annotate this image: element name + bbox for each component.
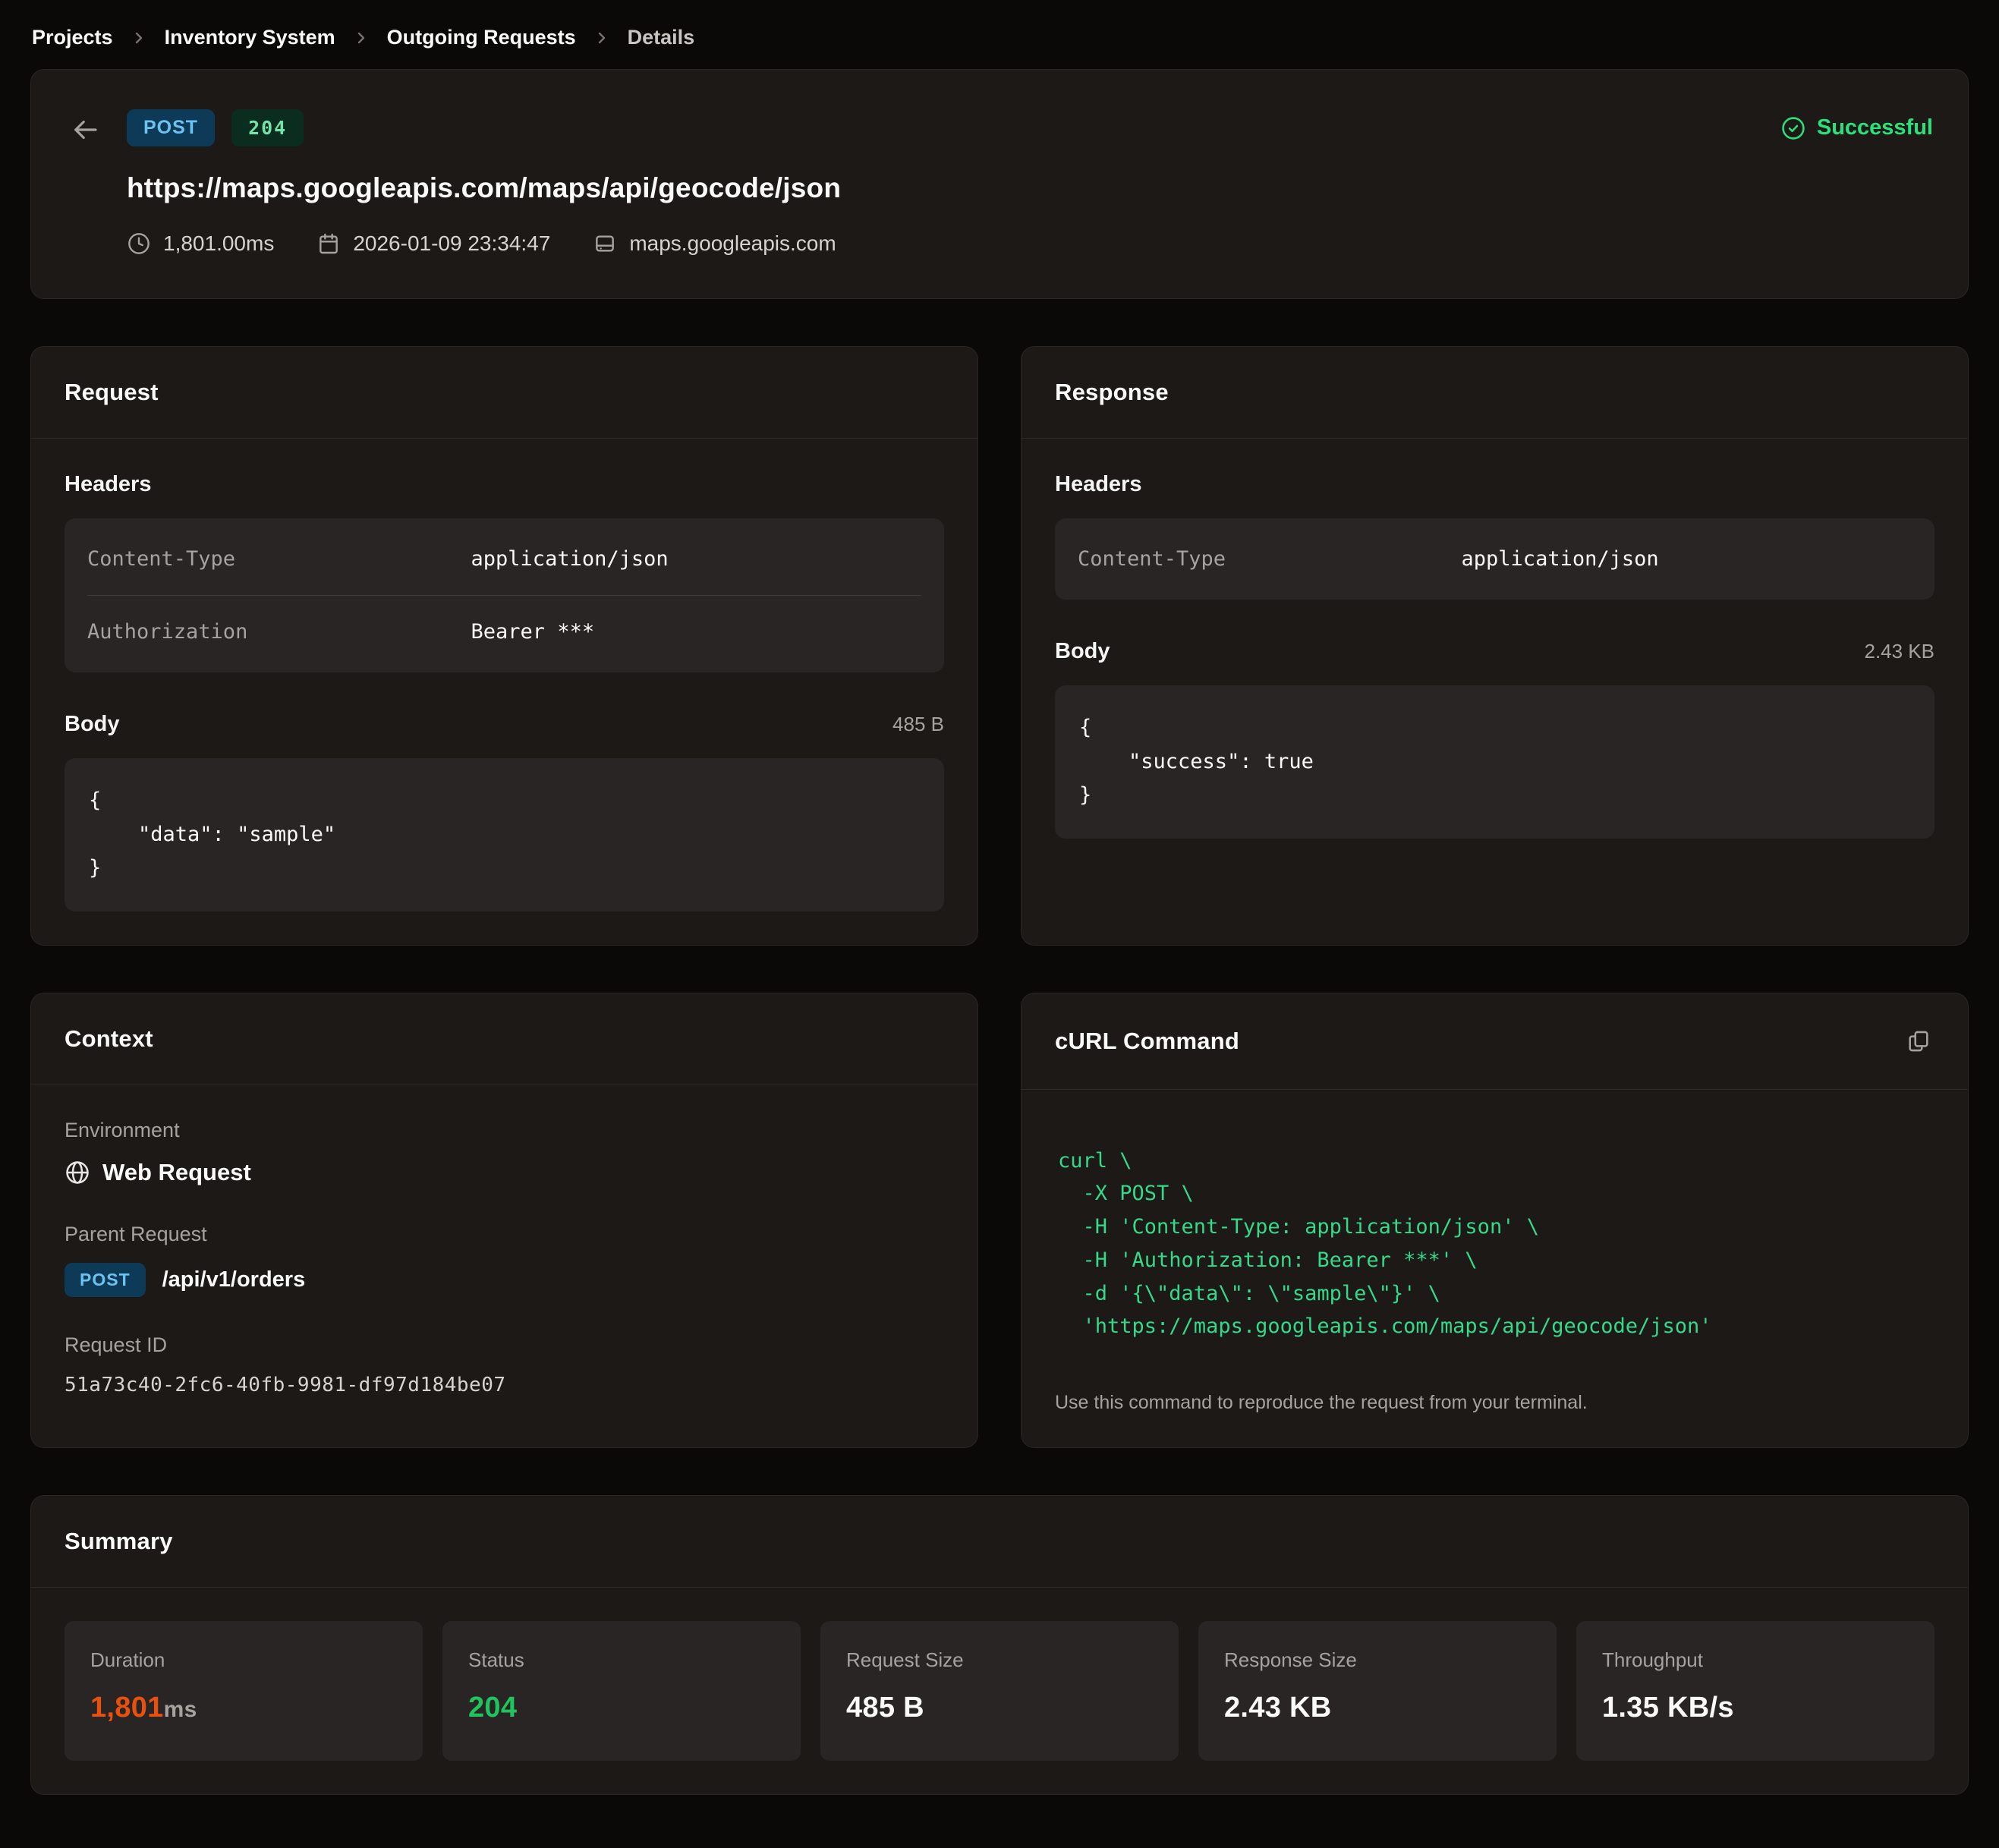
request-body-label: Body — [65, 712, 120, 737]
parent-method-badge: POST — [65, 1263, 146, 1297]
response-body-size: 2.43 KB — [1864, 640, 1934, 663]
breadcrumb: Projects Inventory System Outgoing Reque… — [30, 18, 1969, 69]
stat-tile-status: Status 204 — [442, 1621, 801, 1761]
stat-tile-response-size: Response Size 2.43 KB — [1198, 1621, 1557, 1761]
server-icon — [593, 231, 617, 256]
copy-icon — [1906, 1028, 1931, 1054]
header-value: application/json — [1462, 547, 1912, 571]
status-indicator: Successful — [1780, 115, 1933, 141]
header-value: application/json — [471, 547, 921, 571]
request-headers-table: Content-Type application/json Authorizat… — [65, 518, 944, 672]
environment-label: Environment — [65, 1119, 944, 1142]
request-body-size: 485 B — [892, 713, 944, 736]
header-value: Bearer *** — [471, 620, 921, 644]
clock-icon — [127, 231, 151, 256]
request-card: Request Headers Content-Type application… — [30, 346, 978, 946]
request-meta-row: 1,801.00ms 2026-01-09 23:34:47 maps.goog… — [127, 231, 1933, 256]
header-name: Content-Type — [1078, 547, 1462, 571]
request-details-page: Projects Inventory System Outgoing Reque… — [0, 0, 1999, 1848]
breadcrumb-item-details: Details — [628, 26, 695, 49]
curl-hint-text: Use this command to reproduce the reques… — [1055, 1392, 1934, 1414]
curl-card-title: cURL Command — [1055, 1028, 1239, 1055]
chevron-right-icon — [352, 29, 370, 47]
stat-label: Throughput — [1602, 1648, 1909, 1672]
request-url: https://maps.googleapis.com/maps/api/geo… — [127, 172, 1933, 204]
stat-label: Duration — [90, 1648, 397, 1672]
globe-icon — [65, 1160, 90, 1185]
request-card-title: Request — [65, 379, 159, 406]
response-card: Response Headers Content-Type applicatio… — [1021, 346, 1969, 946]
request-headers-label: Headers — [65, 472, 151, 497]
header-row: Content-Type application/json — [1078, 523, 1912, 595]
request-body-code: { "data": "sample" } — [65, 758, 944, 911]
stat-value-throughput: 1.35 KB/s — [1602, 1692, 1909, 1724]
stat-tile-duration: Duration 1,801ms — [65, 1621, 423, 1761]
chevron-right-icon — [593, 29, 611, 47]
timestamp-value: 2026-01-09 23:34:47 — [353, 231, 550, 256]
request-id-label: Request ID — [65, 1333, 944, 1357]
stat-tile-throughput: Throughput 1.35 KB/s — [1576, 1621, 1934, 1761]
stat-value-request-size: 485 B — [846, 1692, 1153, 1724]
parent-request-path: /api/v1/orders — [162, 1267, 306, 1292]
timestamp-meta: 2026-01-09 23:34:47 — [316, 231, 550, 256]
header-row: Authorization Bearer *** — [87, 595, 921, 668]
status-indicator-label: Successful — [1817, 115, 1933, 140]
calendar-icon — [316, 231, 341, 256]
chevron-right-icon — [130, 29, 148, 47]
response-card-title: Response — [1055, 379, 1169, 406]
copy-curl-button[interactable] — [1903, 1025, 1934, 1057]
header-name: Content-Type — [87, 547, 471, 571]
response-headers-table: Content-Type application/json — [1055, 518, 1934, 600]
environment-value: Web Request — [65, 1159, 944, 1186]
curl-card: cURL Command curl \ -X POST \ -H 'Conten… — [1021, 993, 1969, 1448]
context-card: Context Environment Web Request Parent R… — [30, 993, 978, 1448]
breadcrumb-item-outgoing-requests[interactable]: Outgoing Requests — [387, 26, 576, 49]
check-circle-icon — [1780, 115, 1806, 141]
arrow-left-icon — [69, 114, 101, 148]
duration-meta: 1,801.00ms — [127, 231, 274, 256]
summary-card-title: Summary — [65, 1528, 173, 1555]
parent-request-link[interactable]: POST /api/v1/orders — [65, 1263, 944, 1297]
breadcrumb-item-inventory-system[interactable]: Inventory System — [165, 26, 335, 49]
stat-value-response-size: 2.43 KB — [1224, 1692, 1531, 1724]
stat-value-duration: 1,801ms — [90, 1692, 397, 1724]
header-name: Authorization — [87, 620, 471, 644]
response-body-code: { "success": true } — [1055, 685, 1934, 839]
stat-label: Request Size — [846, 1648, 1153, 1672]
stat-tile-request-size: Request Size 485 B — [820, 1621, 1179, 1761]
host-value: maps.googleapis.com — [629, 231, 836, 256]
response-headers-label: Headers — [1055, 472, 1141, 497]
curl-command-code: curl \ -X POST \ -H 'Content-Type: appli… — [1055, 1123, 1934, 1343]
parent-request-label: Parent Request — [65, 1223, 944, 1246]
request-id-value: 51a73c40-2fc6-40fb-9981-df97d184be07 — [65, 1374, 944, 1396]
header-row: Content-Type application/json — [87, 523, 921, 595]
stat-label: Response Size — [1224, 1648, 1531, 1672]
breadcrumb-item-projects[interactable]: Projects — [32, 26, 113, 49]
summary-card: Summary Duration 1,801ms Status 204 Requ… — [30, 1495, 1969, 1795]
host-meta: maps.googleapis.com — [593, 231, 836, 256]
context-card-title: Context — [65, 1025, 153, 1053]
environment-name: Web Request — [102, 1159, 251, 1186]
response-body-label: Body — [1055, 639, 1110, 664]
method-badge: POST — [127, 109, 215, 146]
stat-value-status: 204 — [468, 1692, 775, 1724]
status-code-badge: 204 — [231, 109, 304, 146]
stat-suffix: ms — [164, 1697, 197, 1722]
back-button[interactable] — [66, 111, 104, 151]
duration-value: 1,801.00ms — [163, 231, 274, 256]
stat-label: Status — [468, 1648, 775, 1672]
request-header-card: POST 204 Successful https://maps.googlea… — [30, 69, 1969, 299]
